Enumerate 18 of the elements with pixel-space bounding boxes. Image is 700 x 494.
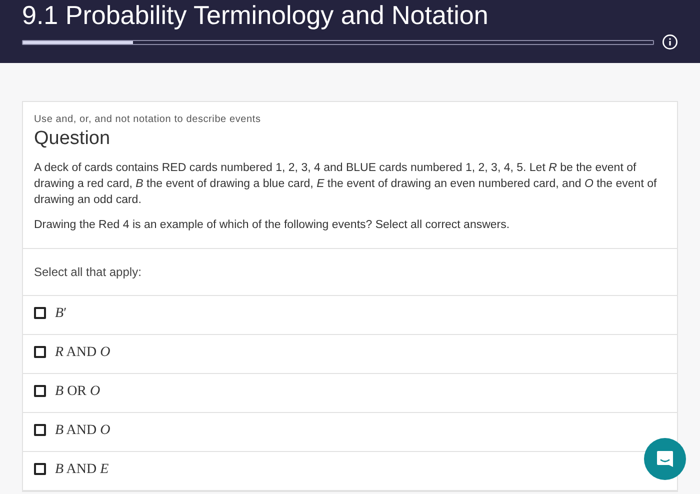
checkbox[interactable] bbox=[34, 463, 46, 475]
answer-option[interactable]: B AND E bbox=[34, 458, 109, 480]
instruction-text: Select all that apply: bbox=[34, 265, 142, 279]
checkbox[interactable] bbox=[34, 346, 46, 358]
question-text: Drawing the Red 4 is an example of which of the following events? Select all correct answers. bbox=[34, 218, 511, 233]
checkbox[interactable] bbox=[34, 424, 46, 436]
question-heading: Question bbox=[34, 127, 112, 151]
topic-label: Use and, or, and not notation to describe events bbox=[34, 113, 262, 127]
page-title: 9.1 Probability Terminology and Notation bbox=[22, 0, 490, 30]
answer-option[interactable]: B AND O bbox=[34, 420, 110, 440]
chat-icon bbox=[655, 449, 675, 469]
question-text: A deck of cards contains RED cards numbered 1, 2, 3, 4 and BLUE cards numbered 1, 2, 3, 4, 5. Let R be the event of drawing a red card, B the event of drawing a blue card, E the event of drawing an even numbered card, and O the event of drawing an odd card. bbox=[34, 161, 658, 208]
info-icon[interactable] bbox=[662, 34, 678, 50]
answer-option[interactable]: B OR O bbox=[34, 380, 100, 402]
checkbox[interactable] bbox=[34, 307, 46, 319]
checkbox[interactable] bbox=[34, 385, 46, 397]
answer-option[interactable]: R AND O bbox=[34, 342, 110, 362]
answer-option[interactable]: B′ bbox=[34, 302, 67, 324]
